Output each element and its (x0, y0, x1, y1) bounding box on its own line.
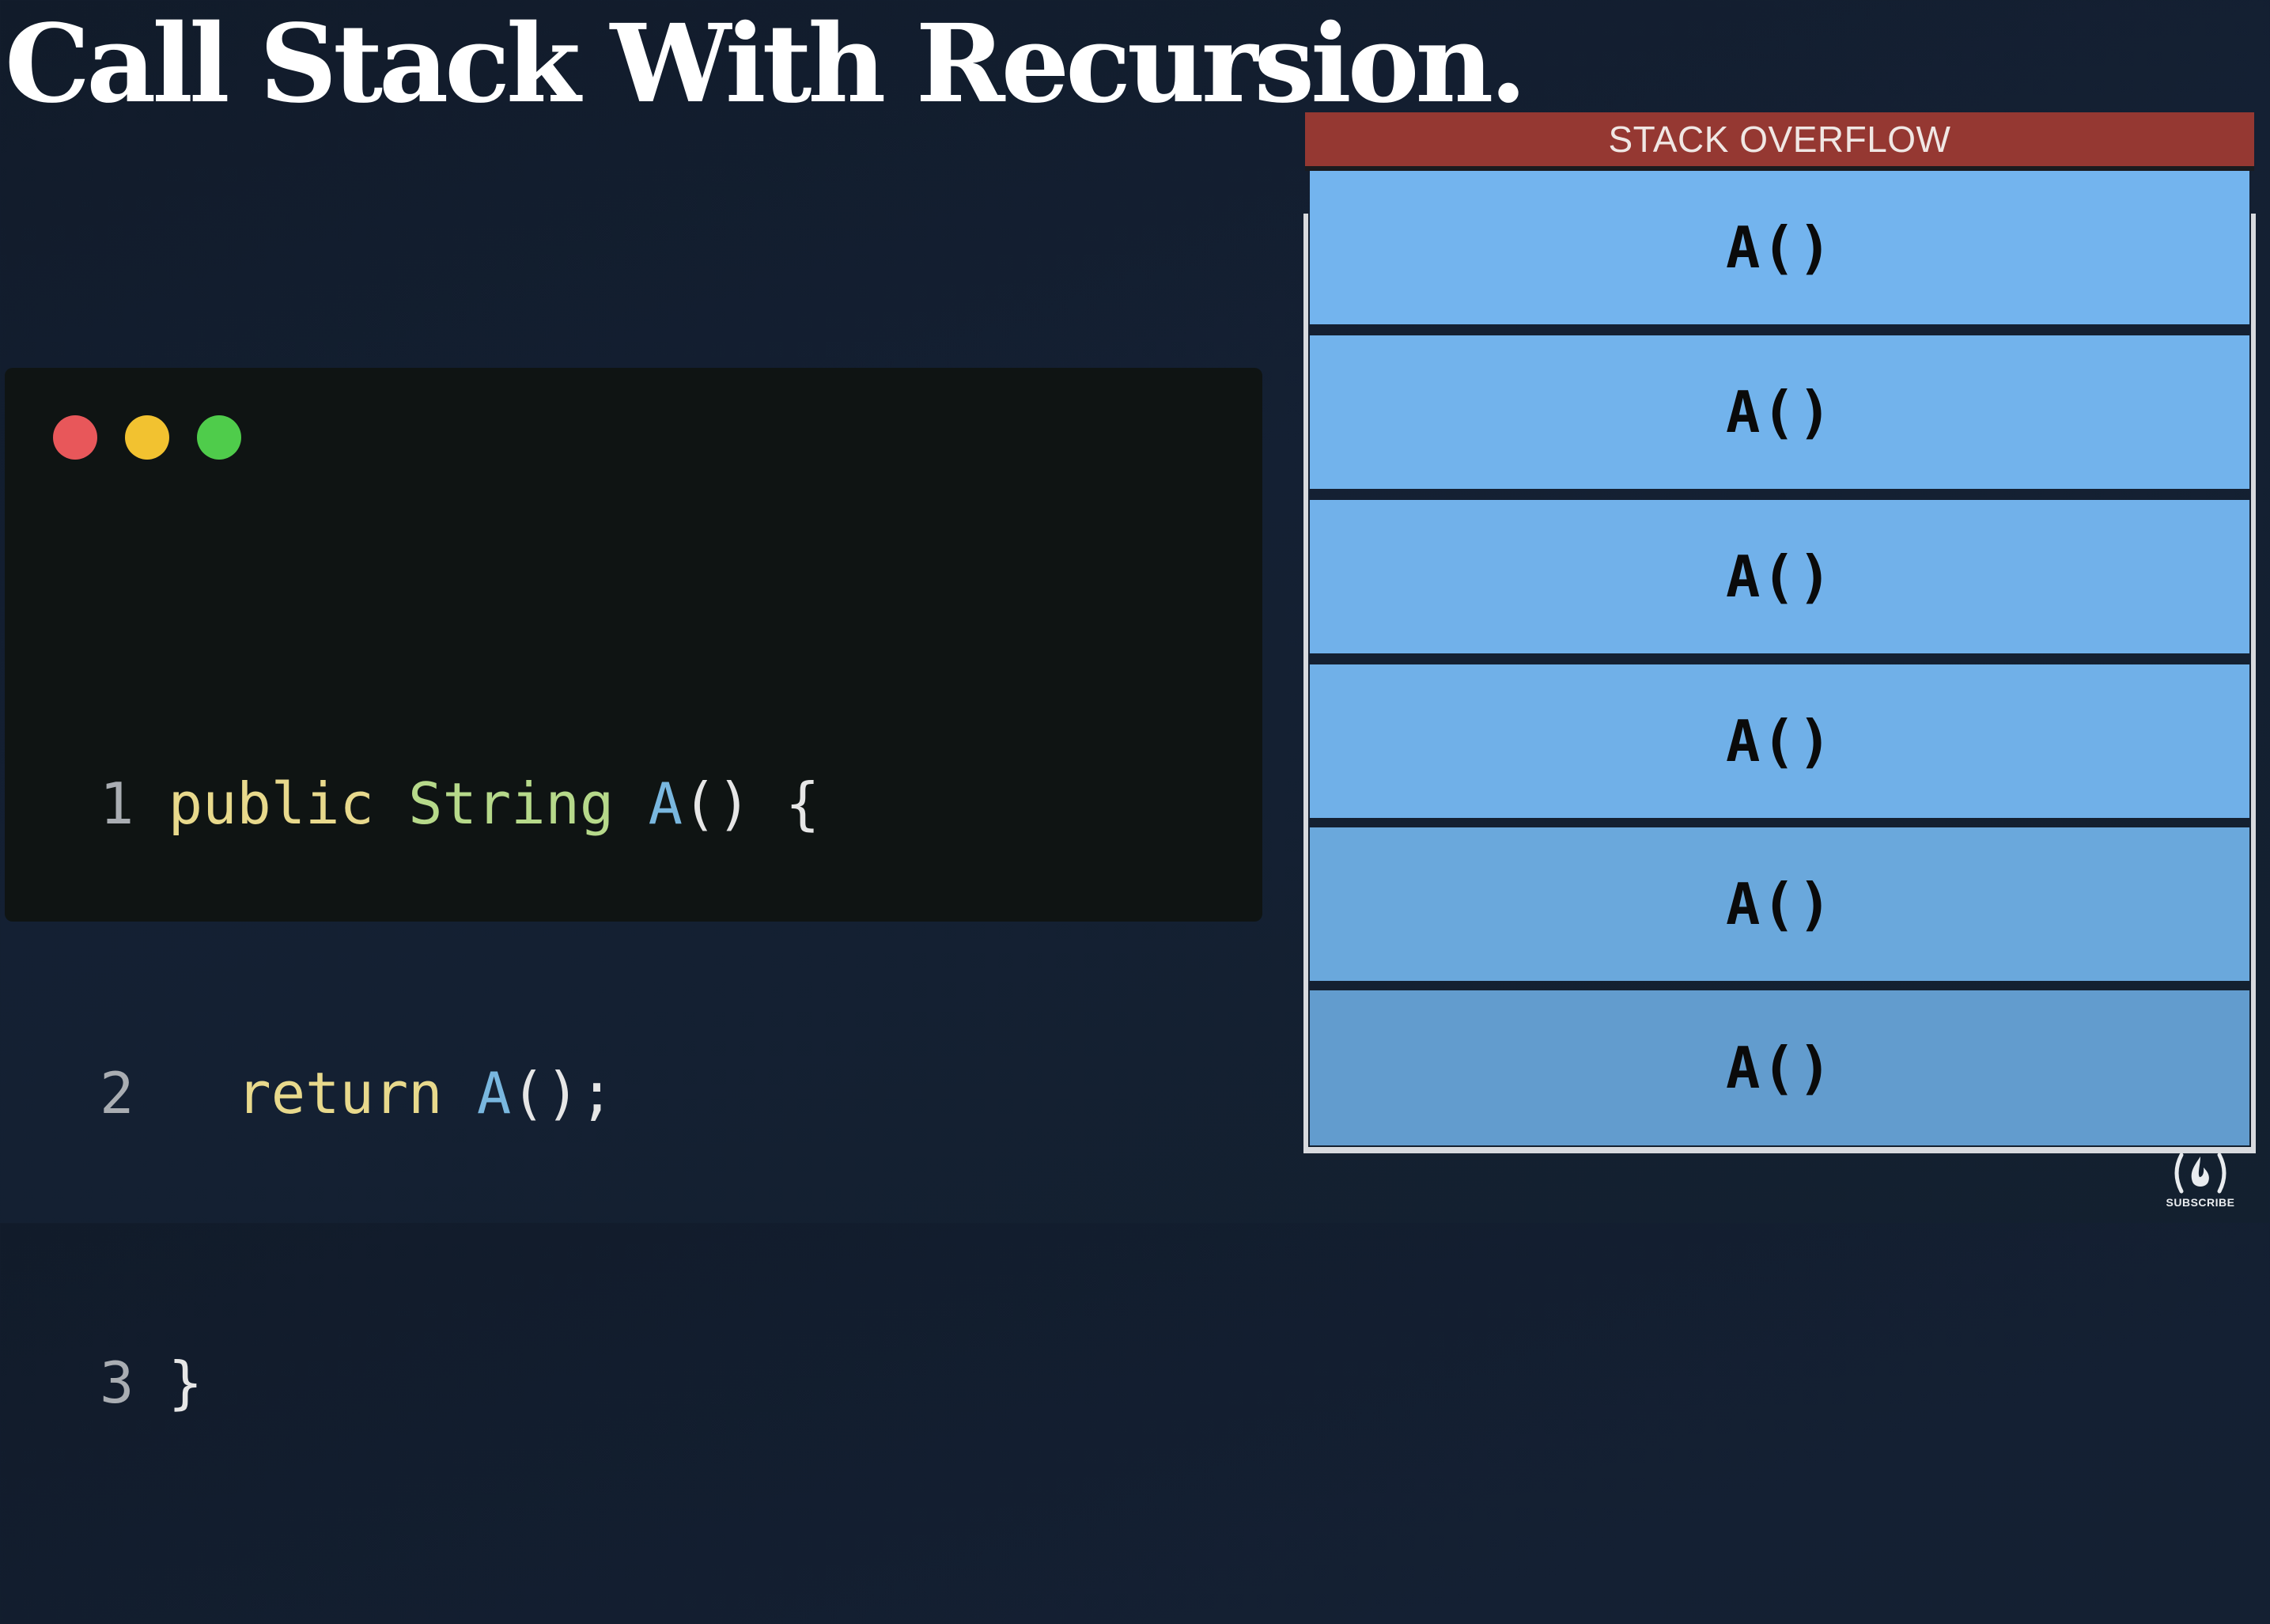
stack-frame-label: A() (1725, 708, 1834, 774)
stack-frame-label: A() (1725, 214, 1834, 281)
code-type: String (373, 770, 615, 837)
stack-overflow-banner: STACK OVERFLOW (1305, 112, 2254, 171)
stack-frame-label: A() (1725, 543, 1834, 610)
stack-frame: A() (1310, 335, 2249, 489)
slide-title: Call Stack With Recursion. (5, 1, 1527, 127)
code-punctuation: } (168, 1350, 203, 1416)
stack-frame: A() (1310, 171, 2249, 324)
code-line: 1 public String A() { (100, 755, 819, 852)
window-minimize-dot (125, 415, 169, 460)
stack-overflow-label: STACK OVERFLOW (1608, 119, 1951, 160)
code-keyword: public (168, 770, 374, 837)
code-function: A (614, 770, 683, 837)
stack-frame-label: A() (1725, 1035, 1834, 1101)
freecodecamp-logo-icon (2174, 1153, 2226, 1194)
line-number: 3 (100, 1350, 134, 1416)
subscribe-button[interactable]: SUBSCRIBE (2166, 1150, 2235, 1209)
stack-frame-label: A() (1725, 379, 1834, 445)
window-close-dot (53, 415, 97, 460)
code-block: 1 public String A() { 2 return A(); 3 } (100, 562, 819, 1624)
window-maximize-dot (197, 415, 241, 460)
stack-frame: A() (1310, 664, 2249, 818)
stack-frame: A() (1310, 827, 2249, 981)
line-number: 1 (100, 770, 134, 837)
stack-frame: A() (1310, 990, 2249, 1145)
code-punctuation: (); (511, 1060, 615, 1126)
code-line: 3 } (100, 1334, 819, 1431)
code-line: 2 return A(); (100, 1045, 819, 1141)
code-window: 1 public String A() { 2 return A(); 3 } (5, 368, 1262, 1416)
stack-frame: A() (1310, 500, 2249, 653)
stack-frame-label: A() (1725, 871, 1834, 937)
line-number: 2 (100, 1060, 134, 1126)
code-keyword: return (236, 1060, 443, 1126)
code-function: A (442, 1060, 512, 1126)
subscribe-label: SUBSCRIBE (2166, 1196, 2235, 1209)
code-punctuation: () { (682, 770, 820, 837)
